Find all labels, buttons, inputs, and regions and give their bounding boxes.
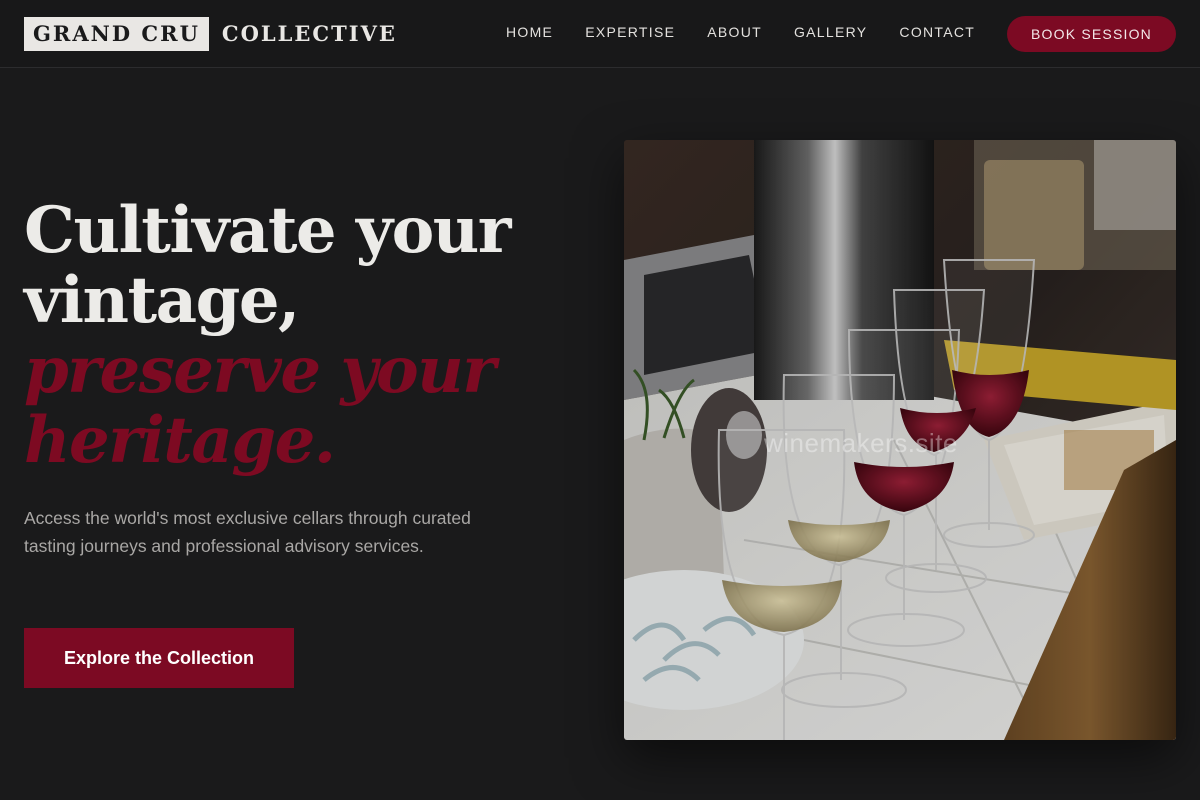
nav-item-gallery[interactable]: GALLERY	[794, 22, 867, 42]
hero-title-accent-line-2: heritage.	[24, 403, 336, 478]
logo-boxed-text: GRAND CRU	[24, 17, 209, 51]
nav-item-about[interactable]: ABOUT	[707, 22, 762, 42]
hero-title-accent-line-1: preserve your	[24, 333, 496, 408]
logo-rest-text: COLLECTIVE	[221, 21, 397, 46]
site-header: GRAND CRU COLLECTIVE HOME EXPERTISE ABOU…	[0, 0, 1200, 68]
hero-photo-wine-glasses: winemakers.site	[624, 140, 1176, 740]
nav-item-expertise[interactable]: EXPERTISE	[585, 22, 675, 42]
hero-description: Access the world's most exclusive cellar…	[24, 508, 471, 556]
main-nav: HOME EXPERTISE ABOUT GALLERY CONTACT	[506, 22, 1007, 42]
hero-title-line-1: Cultivate your	[24, 193, 512, 268]
book-session-button[interactable]: BOOK SESSION	[1007, 16, 1176, 52]
brand-logo[interactable]: GRAND CRU COLLECTIVE	[24, 17, 397, 51]
hero-title-line-2: vintage,	[24, 263, 300, 338]
photo-watermark: winemakers.site	[764, 428, 958, 458]
hero-title: Cultivate your vintage, preserve your he…	[24, 196, 584, 476]
nav-item-home[interactable]: HOME	[506, 22, 553, 42]
nav-item-contact[interactable]: CONTACT	[899, 22, 975, 42]
explore-collection-button[interactable]: Explore the Collection	[24, 628, 294, 688]
